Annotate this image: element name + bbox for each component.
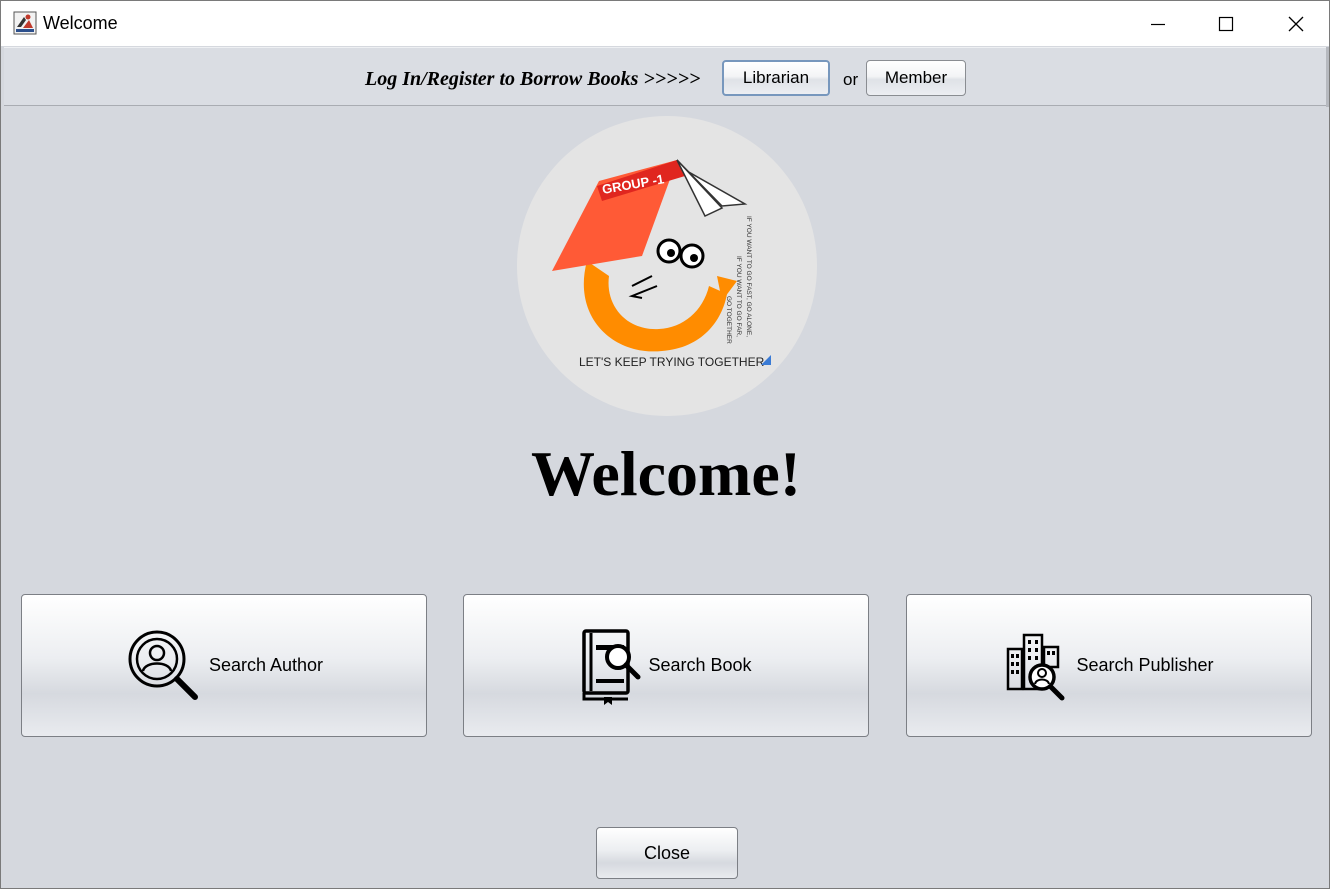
search-book-button[interactable]: Search Book xyxy=(463,594,869,737)
member-button[interactable]: Member xyxy=(866,60,966,96)
search-author-label: Search Author xyxy=(208,655,324,675)
librarian-button[interactable]: Librarian xyxy=(722,60,830,96)
or-label: or xyxy=(843,70,859,89)
window-title: Welcome xyxy=(43,13,118,33)
group-logo: GROUP -1 IF YOU WANT TO GO FAST, GO ALON… xyxy=(517,116,817,416)
close-button[interactable]: Close xyxy=(596,827,738,879)
maximize-button[interactable] xyxy=(1191,1,1261,46)
close-icon xyxy=(1288,16,1304,31)
minimize-icon xyxy=(1151,23,1165,25)
java-cup-icon xyxy=(13,11,37,35)
login-prompt: Log In/Register to Borrow Books >>>>> xyxy=(365,68,701,90)
logo-quote-line-3: GO TOGETHER xyxy=(725,296,732,344)
logo-tagline: LET'S KEEP TRYING TOGETHER xyxy=(579,355,765,369)
minimize-button[interactable] xyxy=(1123,1,1193,46)
search-author-button[interactable]: Search Author xyxy=(21,594,427,737)
close-window-button[interactable] xyxy=(1261,1,1329,46)
group-logo-image: GROUP -1 IF YOU WANT TO GO FAST, GO ALON… xyxy=(552,159,771,369)
logo-quote-line-2: IF YOU WANT TO GO FAR, xyxy=(735,256,742,337)
search-publisher-button[interactable]: Search Publisher xyxy=(906,594,1312,737)
logo-quote-line-1: IF YOU WANT TO GO FAST, GO ALONE, xyxy=(745,216,752,337)
welcome-window: Welcome Log In/Register to Borrow Books … xyxy=(0,0,1330,889)
author-search-icon xyxy=(128,630,198,700)
login-bar: Log In/Register to Borrow Books >>>>> Li… xyxy=(4,47,1326,106)
book-search-icon xyxy=(582,628,641,705)
top-bar-edge xyxy=(1326,47,1329,107)
search-publisher-label: Search Publisher xyxy=(1076,655,1214,675)
publisher-search-icon xyxy=(1007,633,1065,700)
title-bar: Welcome xyxy=(1,1,1329,46)
welcome-heading: Welcome! xyxy=(530,438,802,509)
search-book-label: Search Book xyxy=(648,655,752,675)
maximize-icon xyxy=(1218,16,1234,31)
